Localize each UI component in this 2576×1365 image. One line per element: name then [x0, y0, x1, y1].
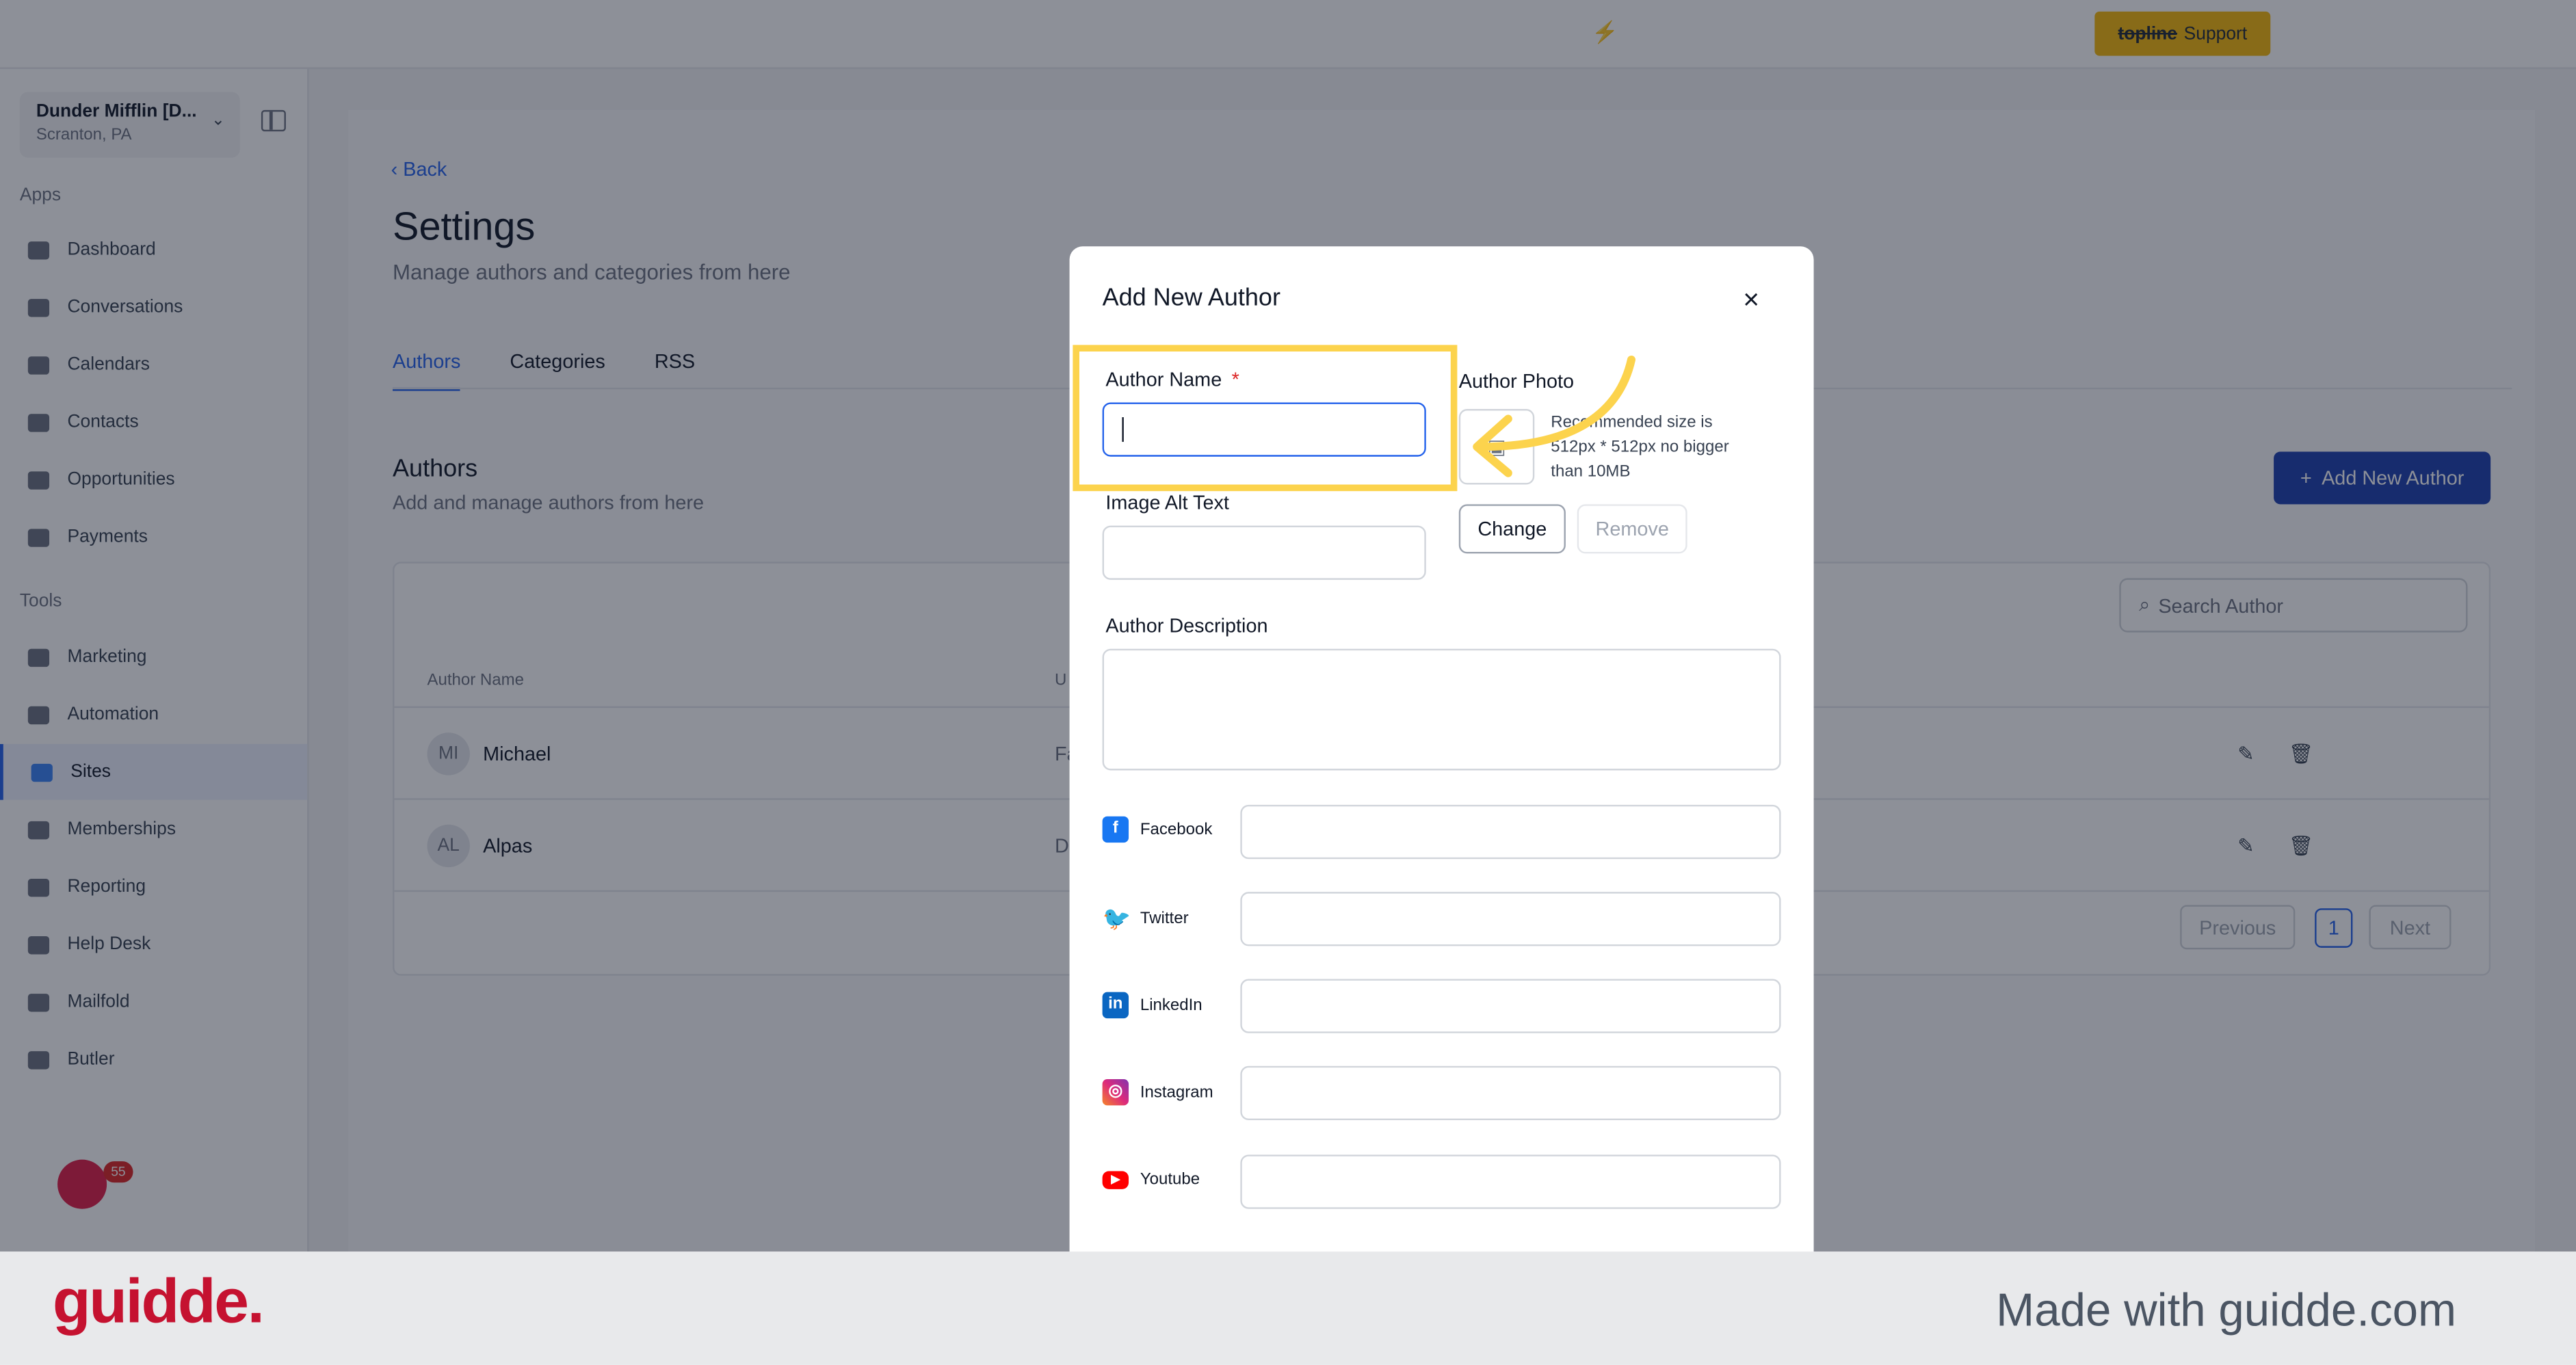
guidde-footer: guidde. Made with guidde.com — [0, 1251, 2576, 1365]
instagram-input[interactable] — [1240, 1065, 1781, 1121]
twitter-icon: 🐦 — [1102, 905, 1131, 931]
twitter-input[interactable] — [1240, 892, 1781, 946]
author-description-textarea[interactable] — [1102, 648, 1781, 771]
remove-photo-button[interactable]: Remove — [1577, 504, 1687, 554]
author-description-label: Author Description — [1105, 614, 1268, 637]
facebook-row: f Facebook — [1102, 816, 1213, 843]
made-with-text: Made with guidde.com — [1996, 1284, 2457, 1336]
modal-title: Add New Author — [1102, 284, 1280, 313]
youtube-row: ▶ Youtube — [1102, 1171, 1200, 1189]
youtube-icon: ▶ — [1102, 1171, 1129, 1189]
image-alt-text-label: Image Alt Text — [1105, 491, 1229, 514]
instagram-icon: ◎ — [1102, 1078, 1129, 1106]
guidde-logo: guidde. — [52, 1268, 265, 1338]
youtube-input[interactable] — [1240, 1154, 1781, 1209]
screenshot-stage: ⚡ topline Support Dunder Mifflin [D... S… — [0, 0, 2576, 1365]
close-icon[interactable]: × — [1743, 284, 1759, 317]
step-highlight-box — [1073, 345, 1458, 492]
facebook-icon: f — [1102, 816, 1129, 843]
linkedin-label: LinkedIn — [1140, 996, 1202, 1015]
facebook-input[interactable] — [1240, 804, 1781, 860]
twitter-row: 🐦 Twitter — [1103, 905, 1189, 931]
instagram-label: Instagram — [1140, 1083, 1213, 1102]
linkedin-row: in LinkedIn — [1102, 992, 1202, 1019]
instagram-row: ◎ Instagram — [1102, 1078, 1213, 1106]
youtube-label: Youtube — [1140, 1171, 1200, 1189]
facebook-label: Facebook — [1140, 820, 1213, 839]
image-alt-text-input[interactable] — [1102, 525, 1426, 580]
linkedin-input[interactable] — [1240, 979, 1781, 1033]
twitter-label: Twitter — [1140, 909, 1189, 927]
linkedin-icon: in — [1102, 992, 1129, 1019]
change-photo-button[interactable]: Change — [1458, 504, 1566, 554]
pointer-arrow-icon — [1473, 355, 1635, 477]
